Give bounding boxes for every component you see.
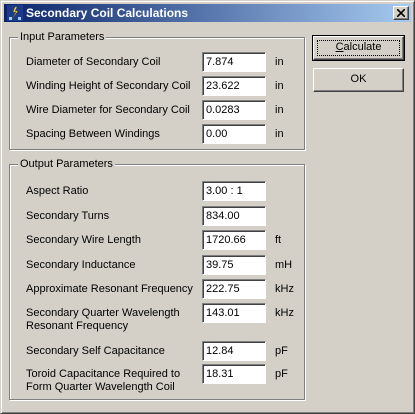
self-capacitance-label: Secondary Self Capacitance — [26, 345, 165, 357]
aspect-ratio-label: Aspect Ratio — [26, 185, 89, 197]
self-capacitance-unit: pF — [275, 345, 288, 357]
resonant-frequency-label: Approximate Resonant Frequency — [26, 283, 193, 295]
winding-height-unit: in — [275, 80, 284, 92]
toroid-capacitance-unit: pF — [275, 368, 288, 380]
quarter-wave-frequency-value[interactable]: 143.01 — [202, 303, 266, 323]
tesla-coil-app-icon — [7, 5, 23, 21]
self-capacitance-value[interactable]: 12.84 — [202, 341, 266, 361]
calculate-button[interactable]: Calculate — [312, 35, 405, 61]
close-button[interactable] — [393, 6, 409, 20]
wire-length-value[interactable]: 1720.66 — [202, 230, 266, 250]
aspect-ratio-value[interactable]: 3.00 : 1 — [202, 181, 266, 201]
toroid-capacitance-label-line2: Form Quarter Wavelength Coil — [26, 381, 175, 393]
focus-rectangle — [317, 40, 400, 56]
inductance-unit: mH — [275, 259, 293, 271]
winding-height-label: Winding Height of Secondary Coil — [26, 80, 191, 92]
inductance-label: Secondary Inductance — [26, 259, 136, 271]
winding-spacing-label: Spacing Between Windings — [26, 128, 160, 140]
toroid-capacitance-value[interactable]: 18.31 — [202, 364, 266, 384]
toroid-capacitance-label-line1: Toroid Capacitance Required to — [26, 368, 181, 380]
wire-length-unit: ft — [275, 234, 282, 246]
quarter-wave-frequency-unit: kHz — [275, 307, 294, 319]
title-bar[interactable]: Secondary Coil Calculations — [4, 4, 411, 22]
quarter-wave-frequency-label-line2: Resonant Frequency — [26, 320, 129, 332]
resonant-frequency-unit: kHz — [275, 283, 294, 295]
wire-length-label: Secondary Wire Length — [26, 234, 141, 246]
wire-diameter-field[interactable]: 0.0283 — [202, 100, 266, 120]
ok-label: OK — [350, 73, 367, 85]
input-parameters-legend: Input Parameters — [18, 31, 107, 43]
window-title: Secondary Coil Calculations — [26, 6, 189, 20]
ok-button[interactable]: OK — [313, 68, 404, 92]
output-parameters-legend: Output Parameters — [18, 158, 115, 170]
quarter-wave-frequency-label-line1: Secondary Quarter Wavelength — [26, 307, 180, 319]
secondary-turns-label: Secondary Turns — [26, 210, 110, 222]
wire-diameter-unit: in — [275, 104, 284, 116]
output-parameters-group: Output Parameters Aspect Ratio 3.00 : 1 … — [9, 158, 305, 400]
winding-spacing-unit: in — [275, 128, 284, 140]
wire-diameter-label: Wire Diameter for Secondary Coil — [26, 104, 190, 116]
input-parameters-group: Input Parameters Diameter of Secondary C… — [9, 31, 305, 150]
diameter-label: Diameter of Secondary Coil — [26, 56, 161, 68]
resonant-frequency-value[interactable]: 222.75 — [202, 279, 266, 299]
winding-spacing-field[interactable]: 0.00 — [202, 124, 266, 144]
close-icon — [397, 9, 405, 17]
winding-height-field[interactable]: 23.622 — [202, 76, 266, 96]
secondary-coil-dialog: Secondary Coil Calculations Input Parame… — [0, 0, 415, 414]
diameter-unit: in — [275, 56, 284, 68]
inductance-value[interactable]: 39.75 — [202, 255, 266, 275]
secondary-turns-value[interactable]: 834.00 — [202, 206, 266, 226]
diameter-field[interactable]: 7.874 — [202, 52, 266, 72]
